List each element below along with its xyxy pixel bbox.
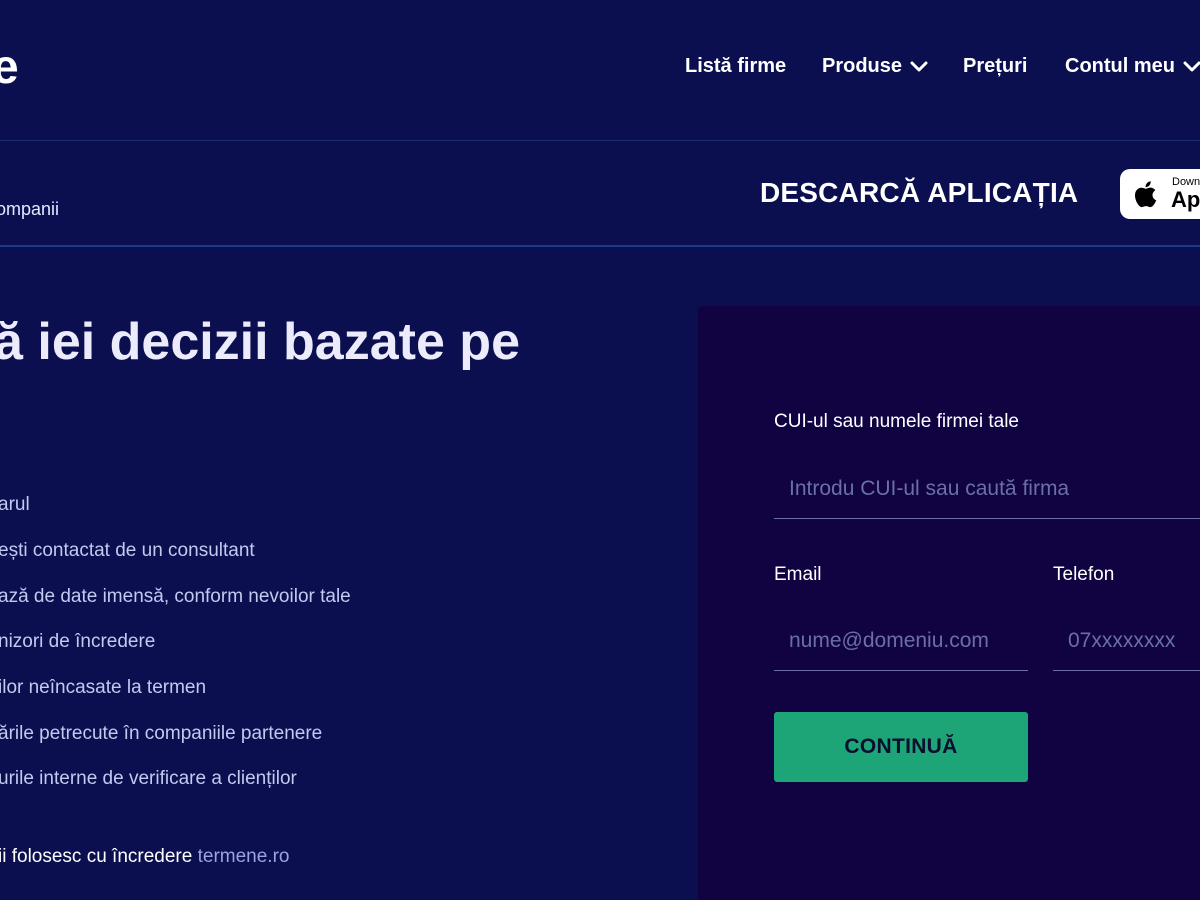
download-app-title: DESCARCĂ APLICAȚIA <box>760 177 1079 208</box>
nav-preturi-label: Prețuri <box>963 55 1028 77</box>
company-search-input[interactable] <box>774 459 1200 519</box>
feature-item: nizori de încredere <box>0 631 156 652</box>
apple-icon <box>1130 178 1162 210</box>
nav-contul-meu[interactable]: Contul meu <box>1065 55 1200 78</box>
signup-form-panel: CUI-ul sau numele firmei tale Email Tele… <box>698 306 1200 900</box>
app-store-big-text: Ap <box>1171 187 1200 212</box>
page: e Listă firme Produse Prețuri Contul meu <box>0 0 1200 900</box>
feature-item: ările petrecute în companiile partenere <box>0 723 323 744</box>
feature-item: ază de date imensă, conform nevoilor tal… <box>0 586 351 607</box>
nav-preturi[interactable]: Prețuri <box>963 55 1027 78</box>
feature-item: ești contactat de un consultant <box>0 540 255 561</box>
chevron-down-icon <box>910 61 928 73</box>
email-label: Email <box>774 564 822 585</box>
feature-item: urile interne de verificare a clienților <box>0 768 297 789</box>
phone-label: Telefon <box>1053 564 1115 585</box>
nav-lista-firme[interactable]: Listă firme <box>685 55 786 78</box>
phone-field[interactable] <box>1053 611 1200 671</box>
nav-produse-label: Produse <box>822 55 903 77</box>
trust-statement: ii folosesc cu încredere termene.ro <box>0 846 289 868</box>
email-field[interactable] <box>774 611 1028 671</box>
nav-contul-meu-label: Contul meu <box>1065 55 1175 77</box>
feature-list: arul ești contactat de un consultant ază… <box>0 0 680 900</box>
company-label: CUI-ul sau numele firmei tale <box>774 411 1019 432</box>
feature-item: ilor neîncasate la termen <box>0 677 207 698</box>
trust-text: ii folosesc cu încredere <box>0 846 198 867</box>
chevron-down-icon <box>1183 61 1200 73</box>
nav-lista-firme-label: Listă firme <box>685 55 787 77</box>
feature-item: arul <box>0 494 30 515</box>
continue-button[interactable]: CONTINUĂ <box>774 712 1028 782</box>
brand-link[interactable]: termene.ro <box>198 846 290 867</box>
app-store-button[interactable]: Down Ap <box>1120 169 1200 219</box>
nav-produse[interactable]: Produse <box>822 55 928 78</box>
